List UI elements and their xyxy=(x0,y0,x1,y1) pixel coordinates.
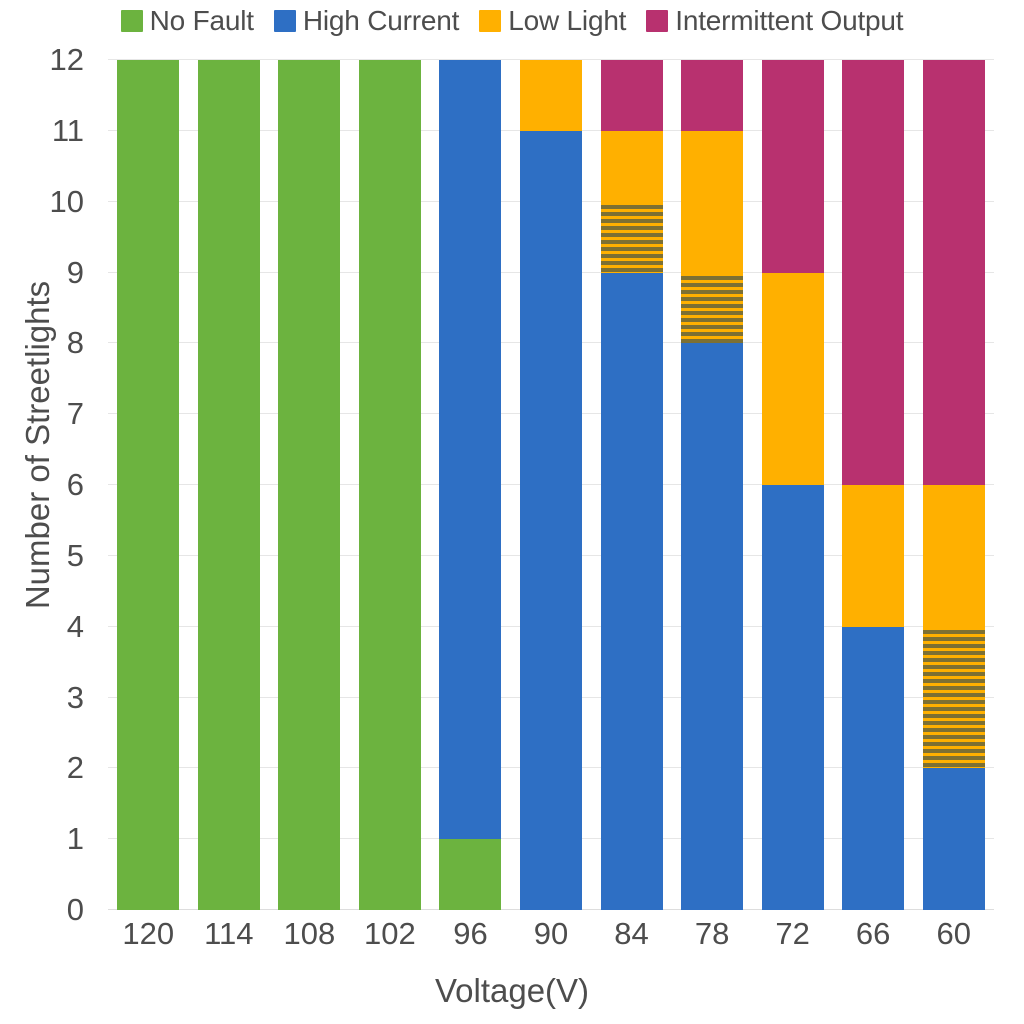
y-axis-tick-label: 7 xyxy=(66,396,84,432)
bar-group-90[interactable] xyxy=(520,60,582,910)
y-axis-tick-label: 11 xyxy=(51,112,84,148)
bar-segment[interactable] xyxy=(922,60,985,485)
bar-segment[interactable] xyxy=(922,626,985,769)
bar-segment[interactable] xyxy=(761,60,824,273)
legend-swatch-icon-intermittent_output xyxy=(646,10,669,32)
bar-segment[interactable] xyxy=(439,839,502,910)
y-axis-tick-label: 6 xyxy=(66,467,84,502)
bar-segment[interactable] xyxy=(761,485,824,910)
bar-segment[interactable] xyxy=(761,272,824,485)
bar-segment[interactable] xyxy=(600,130,663,202)
bar-segment[interactable] xyxy=(600,201,663,273)
legend-label-low_light: Low Light xyxy=(508,5,627,36)
bar-segment[interactable] xyxy=(278,60,341,910)
chart-legend: No Fault High Current Low Light Intermitten… xyxy=(0,0,1024,42)
bar-group-120[interactable] xyxy=(117,60,180,910)
legend-item-no_fault[interactable]: No Fault xyxy=(120,5,254,37)
bar-segment[interactable] xyxy=(842,60,905,485)
x-axis-tick-label: 90 xyxy=(533,916,569,951)
y-axis-tick-label: 3 xyxy=(66,679,84,715)
x-axis-tick-labels: 120 114 108 102 96 90 84 78 72 66 60 xyxy=(108,916,994,964)
x-axis-title: Voltage(V) xyxy=(434,972,590,1009)
legend-label-high_current: High Current xyxy=(302,5,460,36)
bar-segment[interactable] xyxy=(520,130,582,910)
x-axis-tick-label: 108 xyxy=(283,916,336,951)
bar-segment[interactable] xyxy=(842,485,905,627)
legend-label-no_fault: No Fault xyxy=(149,5,254,36)
bar-segment[interactable] xyxy=(922,485,985,627)
y-axis-tick-label: 2 xyxy=(66,750,84,786)
bar-series-container xyxy=(108,60,994,910)
bar-segment[interactable] xyxy=(922,768,985,910)
y-axis-tick-label: 9 xyxy=(66,254,84,290)
bar-group-84[interactable] xyxy=(600,60,663,910)
legend-item-intermittent_output[interactable]: Intermittent Output xyxy=(646,5,904,37)
x-axis-tick-label: 120 xyxy=(122,916,175,951)
legend-item-high_current[interactable]: High Current xyxy=(273,5,460,37)
x-axis-tick-label: 114 xyxy=(204,916,254,951)
bar-segment[interactable] xyxy=(197,60,260,910)
bar-segment[interactable] xyxy=(520,60,582,131)
y-axis-title: Number of Streetlights xyxy=(19,280,56,610)
x-axis-tick-label: 96 xyxy=(453,916,488,951)
legend-item-low_light[interactable]: Low Light xyxy=(479,5,626,37)
x-axis-tick-label: 102 xyxy=(364,916,416,951)
bar-segment[interactable] xyxy=(439,60,502,840)
plot-area xyxy=(108,59,994,910)
x-axis-tick-label: 84 xyxy=(614,916,649,951)
bar-segment[interactable] xyxy=(681,272,744,344)
x-axis-tick-label: 72 xyxy=(775,916,810,951)
bar-segment[interactable] xyxy=(600,272,663,910)
y-axis-tick-label: 4 xyxy=(66,608,84,644)
bar-segment[interactable] xyxy=(681,343,744,910)
bar-group-96[interactable] xyxy=(439,60,502,910)
bar-group-108[interactable] xyxy=(278,60,341,910)
bar-group-114[interactable] xyxy=(197,60,260,910)
x-axis-tick-label: 60 xyxy=(936,916,971,951)
legend-label-intermittent_output: Intermittent Output xyxy=(675,5,904,36)
x-axis-tick-label: 78 xyxy=(694,916,730,951)
bar-group-60[interactable] xyxy=(922,60,985,910)
bar-segment[interactable] xyxy=(681,130,744,273)
y-axis-tick-label: 1 xyxy=(66,821,84,857)
bar-segment[interactable] xyxy=(681,60,744,131)
chart-root: No Fault High Current Low Light Intermitten… xyxy=(0,0,1024,1024)
legend-swatch-icon-high_current xyxy=(273,10,296,32)
y-axis-tick-label: 12 xyxy=(49,42,84,77)
legend-swatch-icon-low_light xyxy=(479,10,502,32)
bar-group-78[interactable] xyxy=(681,60,744,910)
bar-group-72[interactable] xyxy=(761,60,824,910)
bar-segment[interactable] xyxy=(600,60,663,131)
y-axis-tick-label: 0 xyxy=(66,892,84,927)
bar-group-66[interactable] xyxy=(842,60,905,910)
bar-segment[interactable] xyxy=(117,60,180,910)
y-axis-tick-label: 8 xyxy=(66,325,84,361)
x-axis-tick-label: 66 xyxy=(855,916,891,951)
bar-segment[interactable] xyxy=(358,60,421,910)
y-axis-tick-label: 5 xyxy=(66,537,84,573)
bar-segment[interactable] xyxy=(842,626,905,910)
legend-swatch-icon-no_fault xyxy=(120,10,143,32)
bar-group-102[interactable] xyxy=(358,60,421,910)
